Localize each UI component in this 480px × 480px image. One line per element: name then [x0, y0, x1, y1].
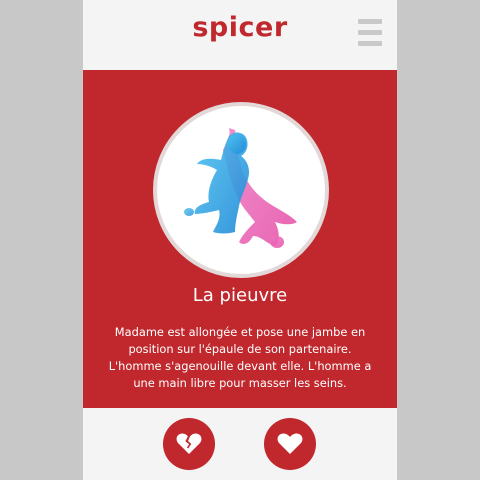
- app-screen: spicer La pieuvre Madame est allongée et…: [83, 0, 397, 480]
- app-title: spicer: [192, 12, 288, 43]
- app-header: spicer: [83, 0, 397, 70]
- broken-heart-icon: [176, 433, 202, 454]
- action-bar: [83, 408, 397, 480]
- position-description: Madame est allongée et pose une jambe en…: [108, 325, 372, 390]
- couple-figure-icon: [184, 128, 297, 248]
- position-card: La pieuvre Madame est allongée et pose u…: [83, 70, 397, 408]
- hamburger-menu-icon[interactable]: [356, 19, 384, 46]
- like-button[interactable]: [264, 418, 316, 470]
- dislike-button[interactable]: [163, 418, 215, 470]
- position-illustration: [153, 102, 329, 278]
- heart-icon: [277, 433, 303, 454]
- position-title: La pieuvre: [192, 285, 288, 306]
